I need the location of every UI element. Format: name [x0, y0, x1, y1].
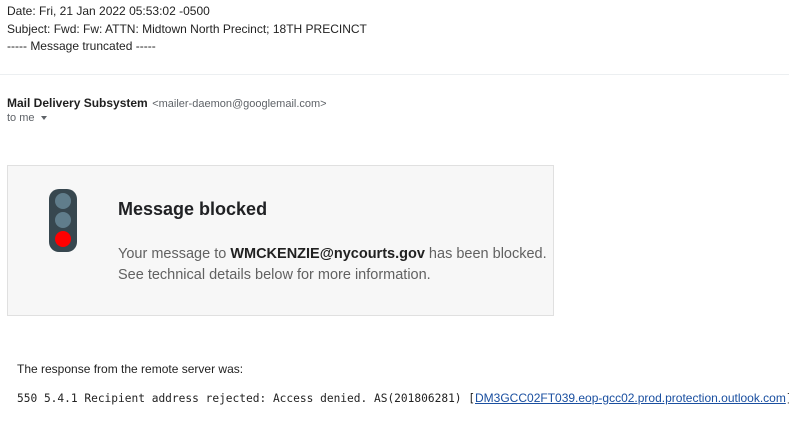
blocked-recipient: WMCKENZIE@nycourts.gov	[230, 246, 425, 262]
chevron-down-icon[interactable]	[40, 116, 47, 120]
divider	[0, 74, 789, 75]
subject-line: Subject: Fwd: Fw: ATTN: Midtown North Pr…	[7, 21, 367, 36]
blocked-message-card: Message blocked Your message to WMCKENZI…	[7, 165, 554, 316]
email-view: Date: Fri, 21 Jan 2022 05:53:02 -0500 Su…	[0, 0, 789, 426]
card-body-line2: See technical details below for more inf…	[118, 267, 431, 283]
body-suffix: has been blocked.	[424, 246, 547, 262]
lamp-top	[55, 193, 71, 209]
card-title: Message blocked	[118, 199, 268, 219]
body-prefix: Your message to	[118, 246, 231, 262]
date-line: Date: Fri, 21 Jan 2022 05:53:02 -0500	[7, 4, 210, 18]
lamp-middle	[55, 212, 71, 228]
sender-line: Mail Delivery Subsystem <mailer-daemon@g…	[7, 94, 327, 112]
response-label: The response from the remote server was:	[17, 362, 244, 376]
sender-name[interactable]: Mail Delivery Subsystem	[7, 96, 148, 110]
sender-email: <mailer-daemon@googlemail.com>	[152, 98, 327, 110]
recipient-details-toggle[interactable]: to me	[7, 112, 47, 124]
server-link[interactable]: DM3GCC02FT039.eop-gcc02.prod.protection.…	[475, 391, 786, 405]
to-label: to me	[7, 112, 35, 124]
truncated-notice: ----- Message truncated -----	[7, 39, 156, 53]
traffic-light-icon	[49, 189, 77, 252]
lamp-bottom-red	[55, 231, 71, 247]
card-body: Your message to WMCKENZIE@nycourts.gov h…	[118, 244, 547, 286]
response-code-line: 550 5.4.1 Recipient address rejected: Ac…	[17, 391, 789, 405]
card-body-line1: Your message to WMCKENZIE@nycourts.gov h…	[118, 244, 547, 265]
response-code-text: 550 5.4.1 Recipient address rejected: Ac…	[17, 392, 476, 405]
quoted-header: Date: Fri, 21 Jan 2022 05:53:02 -0500 Su…	[7, 3, 367, 56]
